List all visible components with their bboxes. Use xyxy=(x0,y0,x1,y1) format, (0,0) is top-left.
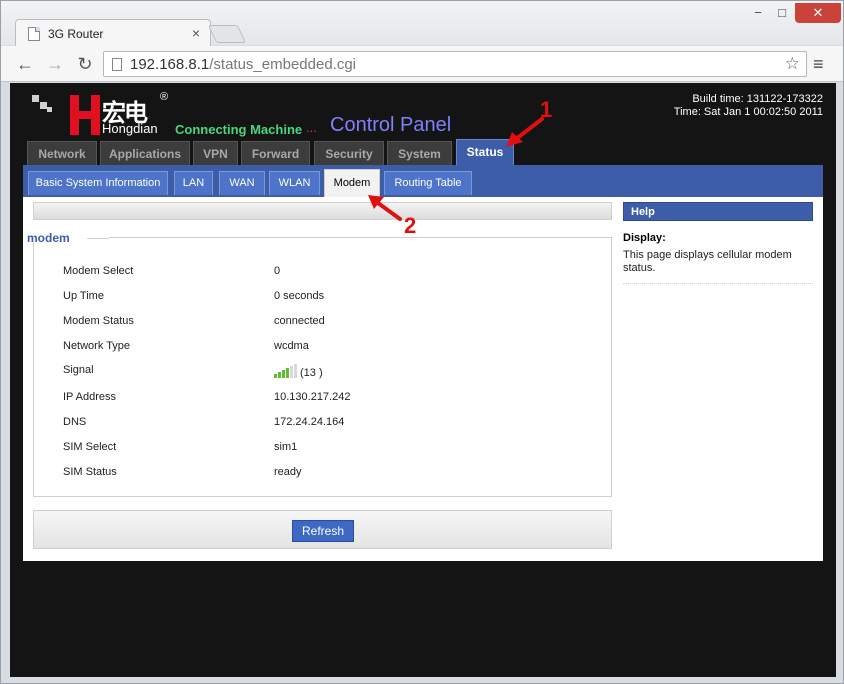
help-header: Help xyxy=(623,202,813,221)
tab-applications[interactable]: Applications xyxy=(100,141,190,165)
field-value: connected xyxy=(274,315,325,327)
slogan-dots: ... xyxy=(306,120,317,135)
field-label: Network Type xyxy=(63,340,131,352)
title-bar: 3G Router × − □ ✕ xyxy=(1,1,843,47)
tab-vpn[interactable]: VPN xyxy=(193,141,238,165)
signal-bar xyxy=(282,370,285,378)
field-label: IP Address xyxy=(63,391,116,403)
help-title: Display: xyxy=(623,232,666,244)
signal-bar xyxy=(294,364,297,378)
current-time: Time: Sat Jan 1 00:02:50 2011 xyxy=(673,106,823,118)
url-text[interactable]: 192.168.8.1/status_embedded.cgi xyxy=(130,56,356,73)
signal-value: (13 ) xyxy=(300,367,323,379)
field-value: 10.130.217.242 xyxy=(274,391,351,403)
back-arrow-icon[interactable]: ← xyxy=(13,52,37,76)
signal-bar xyxy=(286,368,289,378)
status-strip xyxy=(33,202,612,220)
address-bar[interactable]: 192.168.8.1/status_embedded.cgi ☆ xyxy=(103,51,807,77)
page-title: Control Panel xyxy=(330,114,452,136)
page-icon xyxy=(112,58,122,71)
list-item: Network Type wcdma xyxy=(63,340,583,360)
field-value: ready xyxy=(274,466,302,478)
minimize-button[interactable]: − xyxy=(747,3,769,23)
list-item: Modem Select 0 xyxy=(63,265,583,285)
reload-icon[interactable]: ↻ xyxy=(73,52,97,76)
maximize-button[interactable]: □ xyxy=(771,3,793,23)
annotation-2-arrow-icon xyxy=(368,195,402,221)
subtab-routing-table[interactable]: Routing Table xyxy=(384,171,472,195)
page-icon xyxy=(28,27,40,41)
list-item: DNS 172.24.24.164 xyxy=(63,416,583,436)
browser-menu-icon[interactable]: ≡ xyxy=(813,54,824,75)
subtab-wlan[interactable]: WLAN xyxy=(269,171,320,195)
brand-english: Hongdian xyxy=(102,121,158,136)
field-label: SIM Select xyxy=(63,441,117,453)
field-value: 0 xyxy=(274,265,281,277)
field-value: sim1 xyxy=(274,441,298,453)
new-tab-button[interactable] xyxy=(207,25,247,43)
brand-registered-mark: ® xyxy=(160,91,169,103)
field-label: Modem Select xyxy=(63,265,134,277)
list-item: IP Address 10.130.217.242 xyxy=(63,391,583,411)
signal-bar xyxy=(278,372,281,378)
router-page: 宏电 ® Hongdian Connecting Machine ... Con… xyxy=(10,83,836,677)
field-value: 0 seconds xyxy=(274,290,325,302)
help-divider xyxy=(623,283,813,284)
browser-tab[interactable]: 3G Router × xyxy=(15,19,211,47)
subtab-wan[interactable]: WAN xyxy=(219,171,265,195)
list-item: Modem Status connected xyxy=(63,315,583,335)
field-value: wcdma xyxy=(274,340,309,352)
fieldset-top-border xyxy=(109,237,612,238)
annotation-2-label: 2 xyxy=(404,213,417,238)
hongdian-logo-icon xyxy=(70,95,100,135)
list-item: SIM Select sim1 xyxy=(63,441,583,461)
help-text: This page displays cellular modem status… xyxy=(623,249,792,274)
signal-bar xyxy=(290,366,293,378)
tab-system[interactable]: System xyxy=(387,141,452,165)
logo-squares-icon xyxy=(32,95,52,113)
tab-network[interactable]: Network xyxy=(27,141,97,165)
slogan: Connecting Machine xyxy=(175,122,303,137)
build-info: Build time: 131122-173322 Time: Sat Jan … xyxy=(674,93,823,119)
list-item: Signal (13 ) xyxy=(63,364,583,384)
tab-security[interactable]: Security xyxy=(314,141,384,165)
content-panel: modem Modem Select 0 Up Time 0 seconds M… xyxy=(23,197,823,561)
browser-window: 3G Router × − □ ✕ ← → ↻ 192.168.8.1/stat… xyxy=(0,0,844,684)
subtab-modem[interactable]: Modem xyxy=(324,169,380,197)
field-value: (13 ) xyxy=(274,364,323,379)
close-window-button[interactable]: ✕ xyxy=(795,3,841,23)
url-path: /status_embedded.cgi xyxy=(209,56,357,73)
tab-forward[interactable]: Forward xyxy=(241,141,310,165)
button-bar: Refresh xyxy=(33,510,612,549)
forward-arrow-icon[interactable]: → xyxy=(43,52,67,76)
sub-tabs: Basic System Information LAN WAN WLAN Mo… xyxy=(23,165,823,197)
signal-strength-icon xyxy=(274,364,300,378)
tab-title: 3G Router xyxy=(48,27,104,41)
refresh-button[interactable]: Refresh xyxy=(292,520,354,542)
list-item: Up Time 0 seconds xyxy=(63,290,583,310)
field-label: Up Time xyxy=(63,290,104,302)
tab-status[interactable]: Status xyxy=(456,139,514,165)
list-item: SIM Status ready xyxy=(63,466,583,486)
field-value: 172.24.24.164 xyxy=(274,416,345,428)
build-time: Build time: 131122-173322 xyxy=(692,93,823,105)
field-label: Modem Status xyxy=(63,315,134,327)
signal-bar xyxy=(274,374,277,378)
field-label: Signal xyxy=(63,364,94,376)
browser-toolbar: ← → ↻ 192.168.8.1/status_embedded.cgi ☆ … xyxy=(1,46,843,82)
field-label: DNS xyxy=(63,416,87,428)
bookmark-star-icon[interactable]: ☆ xyxy=(785,54,800,74)
close-tab-icon[interactable]: × xyxy=(192,25,200,41)
subtab-lan[interactable]: LAN xyxy=(174,171,213,195)
field-label: SIM Status xyxy=(63,466,117,478)
subtab-basic-system-information[interactable]: Basic System Information xyxy=(28,171,168,195)
url-host: 192.168.8.1 xyxy=(130,56,210,73)
